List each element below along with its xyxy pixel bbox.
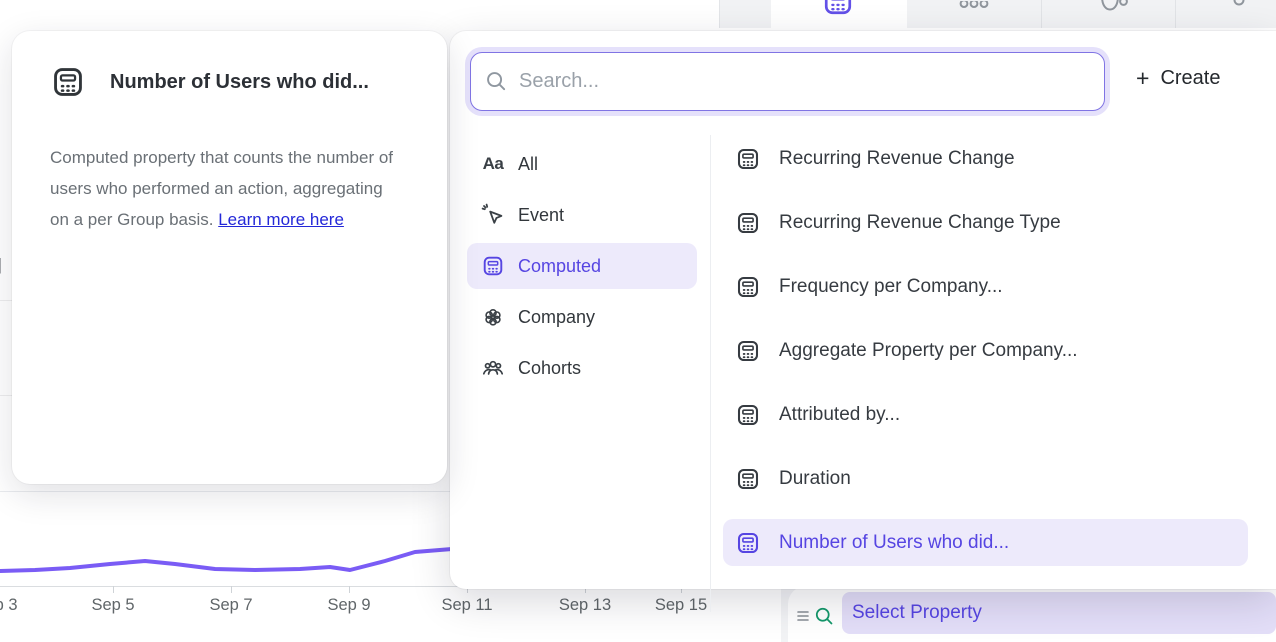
search-box[interactable] — [470, 52, 1105, 111]
trend-line-chart — [0, 500, 456, 600]
text-aa-icon: Aa — [481, 152, 505, 176]
cohorts-people-icon — [481, 356, 505, 380]
category-label: Computed — [518, 256, 601, 277]
plus-icon: + — [1136, 67, 1149, 90]
category-label: Company — [518, 307, 595, 328]
list-item-label: Aggregate Property per Company... — [779, 340, 1078, 362]
tab-divider — [1175, 0, 1176, 28]
list-item[interactable]: Attributed by... — [723, 391, 1248, 438]
panel-divider — [710, 135, 711, 612]
search-icon — [485, 70, 508, 93]
retention-curve-icon[interactable] — [1099, 0, 1129, 12]
calculator-icon — [735, 402, 761, 428]
list-item-label: Recurring Revenue Change Type — [779, 212, 1061, 234]
calculator-icon — [481, 254, 505, 278]
property-tooltip-card: Number of Users who did... Computed prop… — [12, 31, 447, 484]
list-item[interactable]: Duration — [723, 455, 1248, 502]
circle-icon[interactable] — [1232, 0, 1246, 10]
x-axis-label: Sep 13 — [559, 596, 611, 615]
x-axis-tick — [113, 586, 114, 593]
x-axis-label: Sep 5 — [91, 596, 134, 615]
learn-more-link[interactable]: Learn more here — [218, 210, 344, 229]
chart-section-divider — [0, 491, 456, 492]
trend-line — [0, 549, 452, 571]
tooltip-description: Computed property that counts the number… — [50, 142, 394, 235]
list-item-label: Attributed by... — [779, 404, 900, 426]
list-item-label: Number of Users who did... — [779, 532, 1009, 554]
calculator-icon[interactable] — [821, 0, 855, 18]
x-axis-label: Sep 15 — [655, 596, 707, 615]
tab-divider — [1041, 0, 1042, 28]
x-axis-label: Sep 9 — [327, 596, 370, 615]
x-axis-label: Sep 11 — [441, 596, 492, 615]
query-row-card: Select Property — [788, 586, 1276, 642]
list-item[interactable]: Recurring Revenue Change — [723, 135, 1248, 182]
x-axis-tick — [231, 586, 232, 593]
list-item-label: Duration — [779, 468, 851, 490]
calculator-icon — [735, 338, 761, 364]
x-axis-tick — [349, 586, 350, 593]
create-button[interactable]: + Create — [1136, 67, 1220, 90]
calculator-icon — [735, 274, 761, 300]
list-item[interactable]: Frequency per Company... — [723, 263, 1248, 310]
category-item-computed[interactable]: Computed — [467, 243, 697, 289]
company-flower-icon — [481, 305, 505, 329]
category-item-cohorts[interactable]: Cohorts — [467, 345, 697, 391]
x-axis-label: Sep 3 — [0, 596, 18, 615]
calculator-icon — [50, 64, 86, 100]
list-item-label: Recurring Revenue Change — [779, 148, 1015, 170]
cursor-click-icon — [481, 203, 505, 227]
category-list: Aa All Event Computed Company Cohorts — [467, 141, 697, 396]
x-axis-label: Sep 7 — [209, 596, 252, 615]
results-list: Recurring Revenue Change Recurring Reven… — [723, 135, 1248, 583]
category-item-event[interactable]: Event — [467, 192, 697, 238]
property-picker-panel: + Create Aa All Event Computed Company C… — [450, 31, 1276, 589]
report-type-tabbar — [719, 0, 1276, 28]
list-item[interactable]: Recurring Revenue Change Type — [723, 199, 1248, 246]
calculator-icon — [735, 466, 761, 492]
drag-handle-icon[interactable] — [797, 610, 809, 622]
category-item-company[interactable]: Company — [467, 294, 697, 340]
three-dots-icon[interactable] — [959, 1, 989, 11]
search-icon — [814, 606, 835, 627]
category-label: Cohorts — [518, 358, 581, 379]
category-label: All — [518, 154, 538, 175]
category-item-all[interactable]: Aa All — [467, 141, 697, 187]
list-item-selected[interactable]: Number of Users who did... — [723, 519, 1248, 566]
category-label: Event — [518, 205, 564, 226]
calculator-icon — [735, 146, 761, 172]
clipped-background-text: ] — [0, 255, 2, 275]
calculator-icon — [735, 210, 761, 236]
search-input[interactable] — [519, 70, 1090, 93]
select-property-button[interactable]: Select Property — [842, 592, 1276, 634]
list-item-label: Frequency per Company... — [779, 276, 1003, 298]
list-item[interactable]: Aggregate Property per Company... — [723, 327, 1248, 374]
calculator-icon — [735, 530, 761, 556]
tooltip-title: Number of Users who did... — [110, 71, 369, 94]
create-button-label: Create — [1160, 67, 1220, 90]
